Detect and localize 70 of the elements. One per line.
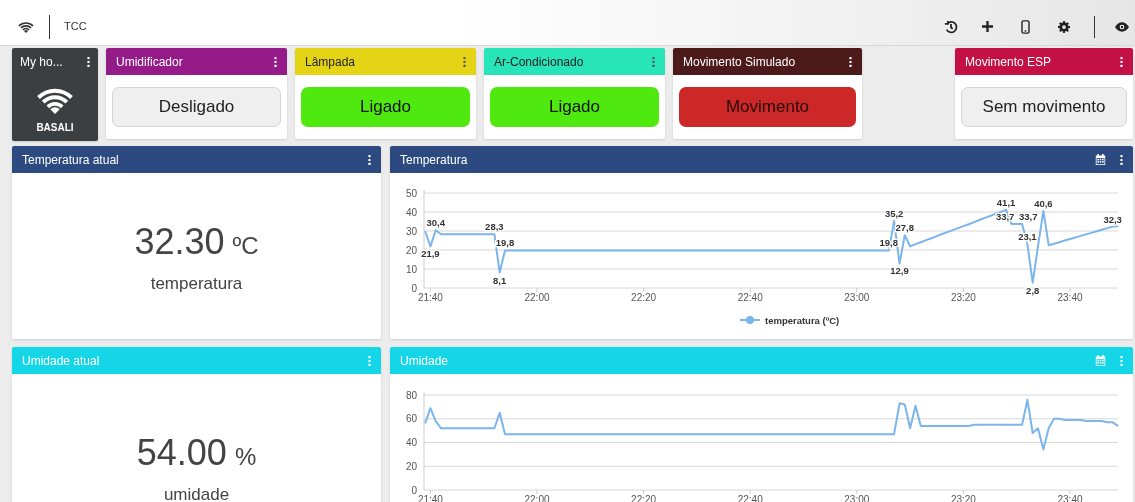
data-label: 41,1 xyxy=(996,196,1016,208)
toggle-button[interactable]: Desligado xyxy=(112,87,281,127)
card-title: Temperatura xyxy=(400,151,468,169)
data-label: 30,4 xyxy=(426,217,445,229)
card-title: Ar-Condicionado xyxy=(494,53,584,71)
more-icon[interactable] xyxy=(1120,56,1123,67)
history-icon[interactable] xyxy=(944,19,958,34)
more-icon[interactable] xyxy=(368,154,371,165)
axis-tick-label: 23:40 xyxy=(1057,292,1083,303)
data-label: 32,3 xyxy=(1103,213,1122,225)
reading-value: 32.30 xyxy=(134,220,225,265)
eye-icon[interactable] xyxy=(1115,21,1129,32)
axis-tick-label: 23:20 xyxy=(950,292,976,303)
legend-line-icon xyxy=(739,316,761,324)
axis-tick-label: 22:40 xyxy=(737,292,763,303)
card-title: Movimento ESP xyxy=(965,53,1052,71)
phone-icon[interactable] xyxy=(1021,19,1030,34)
device-tile[interactable]: My ho... BASALI xyxy=(12,48,98,141)
more-icon[interactable] xyxy=(87,57,90,67)
axis-tick-label: 60 xyxy=(405,413,417,425)
more-icon[interactable] xyxy=(849,56,852,67)
data-label: 27,8 xyxy=(895,222,915,234)
toggle-button[interactable]: Sem movimento xyxy=(961,87,1127,127)
card-title: Umidificador xyxy=(116,53,183,71)
wifi-icon xyxy=(18,20,34,33)
data-label: 2,8 xyxy=(1026,284,1040,296)
add-icon[interactable] xyxy=(982,21,993,32)
tile-title: My ho... xyxy=(20,54,63,71)
card-title: Lâmpada xyxy=(305,53,356,71)
data-label: 35,2 xyxy=(884,208,904,220)
card-title: Umidade atual xyxy=(22,352,100,370)
axis-tick-label: 10 xyxy=(405,263,417,275)
more-icon[interactable] xyxy=(1120,154,1123,165)
data-label: 28,3 xyxy=(485,221,504,233)
reading-unit: % xyxy=(234,442,257,472)
data-label: 12,9 xyxy=(890,265,909,277)
axis-tick-label: 20 xyxy=(405,460,417,472)
toggle-button[interactable]: Ligado xyxy=(301,87,470,127)
card-title: Movimento Simulado xyxy=(683,53,796,71)
wifi-icon xyxy=(36,86,74,114)
axis-tick-label: 0 xyxy=(411,484,417,496)
reading-caption: umidade xyxy=(163,484,230,502)
reading-caption: temperatura xyxy=(150,273,243,296)
data-label: 33,7 xyxy=(1019,210,1038,222)
card-title: Umidade xyxy=(400,352,449,370)
toggle-button[interactable]: Ligado xyxy=(490,87,659,127)
data-label: 21,9 xyxy=(421,248,440,260)
reading-value: 54.00 xyxy=(136,431,227,475)
axis-tick-label: 22:00 xyxy=(524,292,550,303)
reading-unit: ºC xyxy=(232,231,259,262)
data-label: 8,1 xyxy=(493,274,507,286)
data-label: 40,6 xyxy=(1034,197,1053,209)
settings-icon[interactable] xyxy=(1058,20,1070,33)
axis-tick-label: 23:00 xyxy=(844,292,870,303)
axis-tick-label: 50 xyxy=(405,187,417,199)
axis-tick-label: 40 xyxy=(405,437,417,448)
axis-tick-label: 21:40 xyxy=(417,292,443,303)
axis-tick-label: 80 xyxy=(405,389,417,401)
axis-tick-label: 30 xyxy=(405,225,417,237)
card-title: Temperatura atual xyxy=(22,151,119,169)
axis-tick-label: 40 xyxy=(405,206,417,218)
more-icon[interactable] xyxy=(274,56,277,67)
data-label: 19,8 xyxy=(495,237,515,249)
axis-tick-label: 0 xyxy=(411,282,417,294)
device-label: BASALI xyxy=(36,121,74,135)
calendar-icon[interactable] xyxy=(1095,154,1106,165)
legend-label: temperatura (ºC) xyxy=(765,314,840,326)
axis-tick-label: 22:20 xyxy=(631,292,657,303)
axis-tick-label: 20 xyxy=(405,244,417,256)
app-title: TCC xyxy=(64,19,87,35)
